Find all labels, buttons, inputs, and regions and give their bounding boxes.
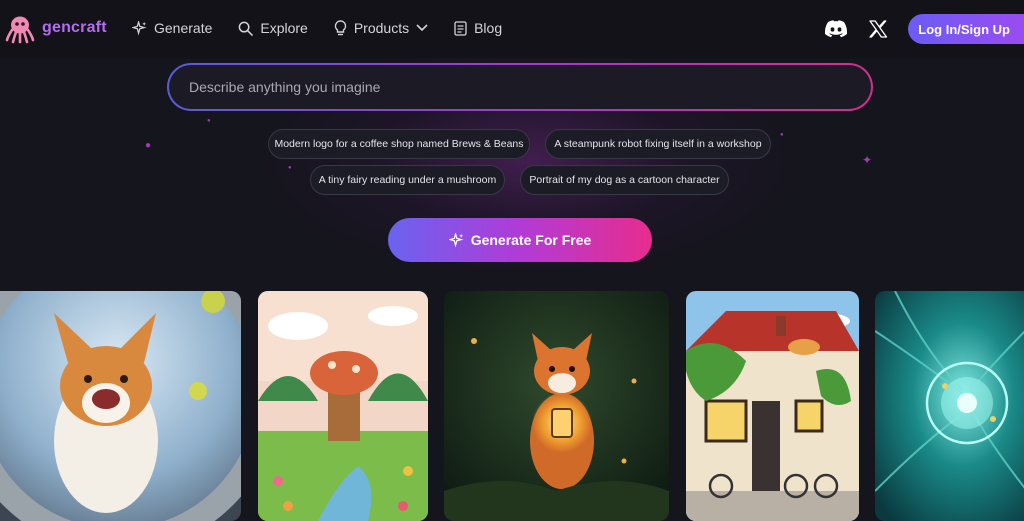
octopus-logo-icon: [5, 16, 35, 44]
lightbulb-icon: [334, 20, 346, 36]
gallery-card[interactable]: [444, 291, 669, 521]
gallery-card[interactable]: [0, 291, 241, 521]
mushroom-treehouse-image: [258, 291, 428, 521]
sparkle-decoration: ●: [288, 165, 292, 171]
sparkle-decoration: ✦: [862, 153, 873, 167]
login-signup-button[interactable]: Log In/Sign Up: [908, 14, 1024, 44]
generate-for-free-button[interactable]: Generate For Free: [388, 218, 652, 262]
chevron-down-icon: [416, 24, 428, 32]
nav-explore[interactable]: Explore: [238, 20, 308, 36]
brand-name: gencraft: [42, 19, 107, 36]
sparkle-decoration: ●: [145, 140, 152, 151]
nav-products[interactable]: Products: [334, 20, 428, 36]
suggestion-chip[interactable]: Modern logo for a coffee shop named Brew…: [268, 129, 530, 159]
nav-products-label: Products: [353, 20, 410, 36]
nav-explore-label: Explore: [260, 20, 308, 36]
search-icon: [239, 21, 254, 36]
suggestion-chip[interactable]: Portrait of my dog as a cartoon characte…: [520, 165, 729, 195]
header-actions: Log In/Sign Up: [824, 14, 1024, 44]
document-icon: [454, 20, 467, 36]
prompt-search-box: [167, 63, 873, 111]
sparkle-decoration: ●: [207, 118, 211, 124]
brand-logo[interactable]: gencraft: [4, 12, 107, 44]
nav-blog-label: Blog: [474, 20, 503, 36]
cottage-with-cat-image: [686, 291, 859, 521]
gallery-card[interactable]: [258, 291, 428, 521]
prompt-input[interactable]: [169, 65, 871, 109]
nav-generate[interactable]: Generate: [132, 20, 212, 36]
corgi-in-space-image: [0, 291, 241, 521]
main-nav: Generate Explore Products Blog: [132, 20, 502, 36]
glowing-orb-image: [875, 291, 1024, 521]
nav-blog[interactable]: Blog: [454, 20, 502, 36]
suggestion-chip[interactable]: A steampunk robot fixing itself in a wor…: [545, 129, 771, 159]
gallery-card[interactable]: [686, 291, 859, 521]
fox-with-lantern-image: [444, 291, 669, 521]
sparkle-decoration: ●: [780, 132, 784, 138]
sparkle-icon: [448, 232, 464, 247]
suggestion-chip[interactable]: A tiny fairy reading under a mushroom: [310, 165, 505, 195]
discord-icon[interactable]: [824, 20, 848, 38]
nav-generate-label: Generate: [154, 20, 213, 36]
sparkle-icon: [132, 20, 147, 35]
generate-for-free-label: Generate For Free: [470, 232, 592, 248]
x-twitter-icon[interactable]: [868, 19, 888, 39]
gallery-card[interactable]: [875, 291, 1024, 521]
top-navigation-bar: gencraft Generate Explore Products Blog …: [0, 0, 1024, 58]
